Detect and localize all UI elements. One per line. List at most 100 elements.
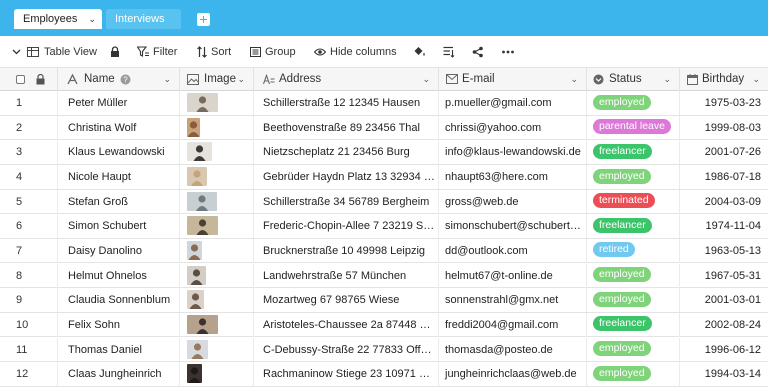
help-icon[interactable]: ? bbox=[120, 74, 131, 85]
address-cell[interactable]: Landwehrstraße 57 München bbox=[254, 263, 439, 288]
chevron-down-icon[interactable]: ⌄ bbox=[163, 68, 171, 91]
tab-employees[interactable]: Employees ⌄ bbox=[14, 9, 102, 29]
name-cell[interactable]: Claas Jungheinrich bbox=[58, 362, 180, 387]
birthday-cell[interactable]: 2004-03-09 bbox=[680, 190, 768, 214]
table-row[interactable]: 9 Claudia Sonnenblum Mozartweg 67 98765 … bbox=[0, 288, 768, 313]
table-row[interactable]: 2 Christina Wolf Beethovenstraße 89 2345… bbox=[0, 115, 768, 141]
image-cell[interactable] bbox=[180, 288, 254, 313]
more-options-button[interactable] bbox=[502, 44, 516, 60]
email-cell[interactable]: dd@outlook.com bbox=[439, 238, 587, 263]
name-cell[interactable]: Thomas Daniel bbox=[58, 337, 180, 362]
status-cell[interactable]: retired bbox=[587, 238, 680, 263]
person-photo-thumbnail[interactable] bbox=[187, 290, 204, 310]
table-row[interactable]: 1 Peter Müller Schillerstraße 12 12345 H… bbox=[0, 91, 768, 116]
birthday-cell[interactable]: 1967-05-31 bbox=[680, 264, 768, 288]
person-photo-thumbnail[interactable] bbox=[187, 117, 200, 137]
table-row[interactable]: 12 Claas Jungheinrich Rachmaninow Stiege… bbox=[0, 362, 768, 387]
image-cell[interactable] bbox=[180, 362, 254, 387]
email-cell[interactable]: p.mueller@gmail.com bbox=[439, 91, 587, 115]
email-cell[interactable]: info@klaus-lewandowski.de bbox=[439, 140, 587, 165]
person-photo-thumbnail[interactable] bbox=[187, 142, 212, 162]
address-cell[interactable]: Frederic-Chopin-Allee 7 23219 S… bbox=[254, 214, 439, 239]
image-cell[interactable] bbox=[180, 312, 254, 337]
image-cell[interactable] bbox=[180, 214, 254, 239]
header-name[interactable]: Name ? ⌄ bbox=[58, 68, 180, 91]
person-photo-thumbnail[interactable] bbox=[187, 339, 208, 359]
name-cell[interactable]: Peter Müller bbox=[58, 91, 180, 115]
person-photo-thumbnail[interactable] bbox=[187, 216, 218, 236]
birthday-cell[interactable]: 2001-03-01 bbox=[680, 288, 768, 312]
birthday-cell[interactable]: 1963-05-13 bbox=[680, 239, 768, 263]
birthday-cell[interactable]: 1974-11-04 bbox=[680, 214, 768, 238]
table-row[interactable]: 4 Nicole Haupt Gebrüder Haydn Platz 13 3… bbox=[0, 164, 768, 190]
tab-interviews[interactable]: Interviews bbox=[106, 9, 181, 29]
status-cell[interactable]: employed bbox=[587, 164, 680, 189]
image-cell[interactable] bbox=[180, 337, 254, 362]
address-cell[interactable]: Beethovenstraße 89 23456 Thal bbox=[254, 115, 439, 140]
image-cell[interactable] bbox=[180, 91, 254, 115]
table-row[interactable]: 5 Stefan Groß Schillerstraße 34 56789 Be… bbox=[0, 189, 768, 215]
row-height-button[interactable] bbox=[443, 44, 457, 60]
chevron-down-icon[interactable]: ⌄ bbox=[422, 68, 430, 91]
chevron-down-icon[interactable]: ⌄ bbox=[752, 68, 760, 91]
status-cell[interactable]: employed bbox=[587, 288, 680, 313]
birthday-cell[interactable]: 2001-07-26 bbox=[680, 140, 768, 164]
table-row[interactable]: 3 Klaus Lewandowski Nietzscheplatz 21 23… bbox=[0, 140, 768, 165]
birthday-cell[interactable]: 2002-08-24 bbox=[680, 313, 768, 337]
email-cell[interactable]: simonschubert@schubert… bbox=[439, 214, 587, 239]
table-row[interactable]: 6 Simon Schubert Frederic-Chopin-Allee 7… bbox=[0, 214, 768, 239]
email-cell[interactable]: freddi2004@gmail.com bbox=[439, 312, 587, 337]
birthday-cell[interactable]: 1994-03-14 bbox=[680, 362, 768, 386]
share-button[interactable] bbox=[472, 44, 486, 60]
sort-button[interactable]: Sort bbox=[197, 44, 237, 60]
group-button[interactable]: Group bbox=[250, 44, 300, 60]
image-cell[interactable] bbox=[180, 115, 254, 140]
filter-button[interactable]: Filter bbox=[137, 44, 182, 60]
status-cell[interactable]: freelancer bbox=[587, 312, 680, 337]
table-row[interactable]: 7 Daisy Danolino Brucknerstraße 10 49998… bbox=[0, 238, 768, 264]
address-cell[interactable]: C-Debussy-Straße 22 77833 Off… bbox=[254, 337, 439, 362]
email-cell[interactable]: helmut67@t-online.de bbox=[439, 263, 587, 288]
status-cell[interactable]: freelancer bbox=[587, 140, 680, 165]
header-status[interactable]: Status ⌄ bbox=[587, 68, 680, 91]
row-color-button[interactable] bbox=[413, 44, 427, 60]
chevron-down-icon[interactable]: ⌄ bbox=[570, 68, 578, 91]
status-cell[interactable]: employed bbox=[587, 263, 680, 288]
status-cell[interactable]: freelancer bbox=[587, 214, 680, 239]
address-cell[interactable]: Mozartweg 67 98765 Wiese bbox=[254, 288, 439, 313]
name-cell[interactable]: Nicole Haupt bbox=[58, 164, 180, 189]
person-photo-thumbnail[interactable] bbox=[187, 240, 202, 260]
person-photo-thumbnail[interactable] bbox=[187, 364, 202, 384]
name-cell[interactable]: Daisy Danolino bbox=[58, 238, 180, 263]
person-photo-thumbnail[interactable] bbox=[187, 166, 207, 186]
address-cell[interactable]: Brucknerstraße 10 49998 Leipzig bbox=[254, 238, 439, 263]
status-cell[interactable]: terminated bbox=[587, 189, 680, 214]
name-cell[interactable]: Felix Sohn bbox=[58, 312, 180, 337]
person-photo-thumbnail[interactable] bbox=[187, 265, 206, 285]
name-cell[interactable]: Christina Wolf bbox=[58, 115, 180, 140]
birthday-cell[interactable]: 1999-08-03 bbox=[680, 116, 768, 140]
image-cell[interactable] bbox=[180, 238, 254, 263]
lock-button[interactable] bbox=[110, 44, 122, 60]
select-all-checkbox[interactable] bbox=[16, 75, 25, 84]
email-cell[interactable]: thomasda@posteo.de bbox=[439, 337, 587, 362]
email-cell[interactable]: jungheinrichclaas@web.de bbox=[439, 362, 587, 387]
table-row[interactable]: 10 Felix Sohn Aristoteles-Chaussee 2a 87… bbox=[0, 312, 768, 338]
address-cell[interactable]: Gebrüder Haydn Platz 13 32934 … bbox=[254, 164, 439, 189]
name-cell[interactable]: Simon Schubert bbox=[58, 214, 180, 239]
address-cell[interactable]: Schillerstraße 34 56789 Bergheim bbox=[254, 189, 439, 214]
email-cell[interactable]: nhaupt63@here.com bbox=[439, 164, 587, 189]
status-cell[interactable]: parental leave bbox=[587, 115, 680, 140]
name-cell[interactable]: Klaus Lewandowski bbox=[58, 140, 180, 165]
hide-columns-button[interactable]: Hide columns bbox=[314, 44, 399, 60]
header-birthday[interactable]: Birthday ⌄ bbox=[680, 68, 768, 91]
email-cell[interactable]: gross@web.de bbox=[439, 189, 587, 214]
add-table-icon[interactable] bbox=[197, 13, 210, 26]
table-row[interactable]: 8 Helmut Ohnelos Landwehrstraße 57 Münch… bbox=[0, 263, 768, 289]
header-image[interactable]: Image ⌄ bbox=[180, 68, 254, 91]
image-cell[interactable] bbox=[180, 263, 254, 288]
birthday-cell[interactable]: 1986-07-18 bbox=[680, 165, 768, 189]
image-cell[interactable] bbox=[180, 140, 254, 165]
header-address[interactable]: Address ⌄ bbox=[254, 68, 439, 91]
person-photo-thumbnail[interactable] bbox=[187, 191, 217, 211]
